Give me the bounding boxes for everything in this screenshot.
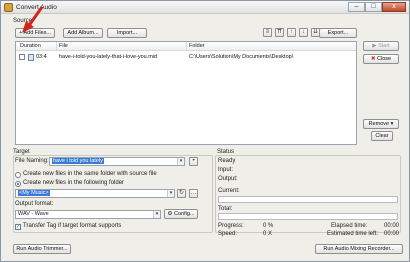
file-list[interactable]: Duration File Folder 03:4 have-i-told-yo… [15,41,357,145]
output-format-value: WAV - Wave [18,211,49,217]
column-folder[interactable]: Folder [189,43,205,49]
chevron-down-icon[interactable]: ▾ [167,190,174,197]
add-files-button[interactable]: + Add Files... [15,28,55,38]
column-duration[interactable]: Duration [20,43,41,49]
file-naming-label: File Naming: [15,158,49,164]
title-bar[interactable]: Convert Audio – □ x [1,1,409,14]
start-label: Start [378,43,390,49]
input-label: Input: [218,167,234,173]
status-state: Ready [218,158,236,164]
add-album-button[interactable]: Add Album... [63,28,103,38]
row-checkbox[interactable] [19,54,25,60]
row-duration: 03:4 [36,54,47,60]
export-button[interactable]: Export... [319,28,357,38]
current-label: Current: [218,188,240,194]
run-audio-trimmer-button[interactable]: Run Audio Trimmer... [13,244,71,254]
output-format-combo[interactable]: WAV - Wave ▾ [15,210,161,219]
maximize-button[interactable]: □ [365,2,382,12]
convert-audio-window: Convert Audio – □ x Source + Add Files..… [0,0,410,262]
add-files-label: Add Files... [23,30,51,36]
start-button[interactable]: ▶ Start [363,41,399,51]
run-audio-mixing-recorder-button[interactable]: Run Audio Mixing Recorder... [315,244,403,254]
speed-value: 0 X [263,231,273,237]
list-view-icon[interactable]: ≡ [263,28,272,37]
radio-following-folder-label: Create new files in the following folder [23,180,125,186]
window-controls: – □ x [348,2,406,12]
file-naming-combo[interactable]: have i told you lately ▾ [49,157,185,166]
transfer-tag-checkbox[interactable]: ✓ [15,224,21,230]
radio-same-folder[interactable] [15,172,21,178]
row-file: have-i-told-you-lately-that-i-love-you.m… [59,54,158,60]
column-separator[interactable] [56,42,57,51]
window-title: Convert Audio [16,4,57,11]
column-file[interactable]: File [59,43,68,49]
radio-same-folder-label: Create new files in the same folder with… [23,171,157,177]
source-label: Source [13,18,33,24]
progress-label: Progress: [218,223,244,229]
progress-value: 0 % [263,223,274,229]
elapsed-value: 00:00 [384,223,400,229]
clear-button[interactable]: Clear [371,131,393,141]
elapsed-label: Elapsed time: [331,223,368,229]
close-button[interactable]: ✖ Close [363,54,399,64]
chevron-down-icon[interactable]: ▾ [177,158,184,165]
status-group [215,155,401,233]
close-label: Close [377,56,392,62]
radio-following-folder[interactable] [15,181,21,187]
total-progress-bar [218,213,398,220]
move-up-icon[interactable]: ↑ [287,28,296,37]
file-naming-value: have i told you lately [52,158,104,164]
move-top-icon[interactable]: ⇈ [275,28,284,37]
config-button[interactable]: ⚙ Config... [164,209,198,219]
close-window-button[interactable]: x [382,2,406,12]
import-button[interactable]: Import... [107,28,147,38]
move-down-icon[interactable]: ↓ [299,28,308,37]
remove-button[interactable]: Remove ▾ [363,119,399,129]
output-format-label: Output format: [15,201,54,207]
column-separator[interactable] [186,42,187,51]
total-label: Total: [218,206,233,212]
output-folder-value: <My Music> [18,190,50,196]
remaining-label: Estimated time left: [327,231,379,237]
chevron-down-icon: ▾ [390,121,394,127]
table-row[interactable]: 03:4 have-i-told-you-lately-that-i-love-… [16,53,356,62]
file-list-header: Duration File Folder [16,42,356,51]
current-progress-bar [218,196,398,203]
output-folder-combo[interactable]: <My Music> ▾ [15,189,175,198]
config-label: Config... [173,211,195,217]
remove-label: Remove [368,121,390,127]
midi-file-icon [28,54,34,61]
output-label: Output: [218,176,238,182]
refresh-icon[interactable]: ↻ [177,189,186,198]
browse-folder-button[interactable]: … [189,189,198,198]
transfer-tag-label: Transfer Tag if target format supports [23,223,122,229]
speed-label: Speed: [218,231,238,237]
remaining-value: 00:00 [384,231,400,237]
row-folder: C:\Users\Solution\My Documents\Desktop\ [189,54,294,60]
app-icon [4,3,13,12]
naming-options-button[interactable]: • [189,157,198,166]
plus-icon: + [19,30,23,36]
chevron-down-icon[interactable]: ▾ [153,211,160,218]
minimize-button[interactable]: – [348,2,365,12]
